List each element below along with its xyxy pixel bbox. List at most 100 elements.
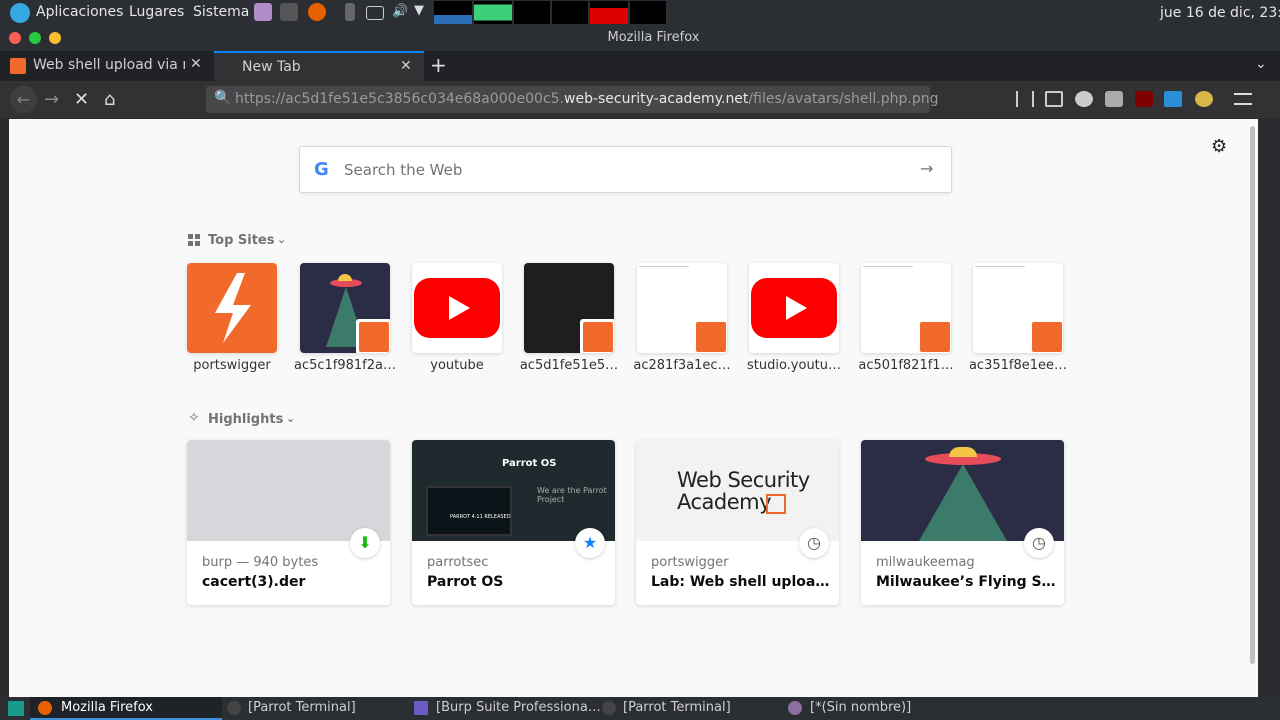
taskbar-item-firefox[interactable]: Mozilla Firefox bbox=[30, 697, 222, 720]
download-icon: ⬇ bbox=[350, 528, 380, 558]
screenshot-icon[interactable] bbox=[1105, 91, 1123, 107]
site-thumbnail bbox=[749, 263, 839, 353]
url-bar[interactable]: 🔍 https://ac5d1fe51e5c3856c034e68a000e00… bbox=[206, 86, 939, 113]
site-name: ac5c1f981f2a… bbox=[293, 358, 396, 373]
ublock-icon[interactable] bbox=[1135, 91, 1153, 107]
portswigger-favicon-icon bbox=[766, 494, 786, 514]
taskbar-item-terminal-2[interactable]: [Parrot Terminal] bbox=[623, 700, 731, 715]
bluetooth-icon[interactable] bbox=[345, 3, 355, 21]
keyboard-icon[interactable] bbox=[366, 6, 384, 20]
stop-loading-icon[interactable]: ✕ bbox=[74, 89, 89, 110]
thumb-line2: Academy bbox=[677, 490, 772, 514]
page-scrollbar[interactable] bbox=[1250, 126, 1255, 664]
site-name: ac281f3a1ec… bbox=[633, 358, 731, 373]
highlight-source: burp — 940 bytes bbox=[202, 555, 319, 570]
new-tab-plus-icon[interactable]: + bbox=[430, 53, 447, 77]
site-name: portswigger bbox=[193, 358, 271, 373]
top-sites-grid-icon bbox=[188, 234, 201, 247]
portswigger-favicon-icon bbox=[917, 319, 951, 353]
taskbar-item-terminal-1[interactable]: [Parrot Terminal] bbox=[248, 700, 356, 715]
show-desktop-icon[interactable] bbox=[8, 701, 24, 716]
portswigger-favicon-icon bbox=[1029, 319, 1063, 353]
burp-icon bbox=[414, 701, 428, 715]
menu-lugares[interactable]: Lugares bbox=[129, 4, 184, 20]
clock[interactable]: jue 16 de dic, 23:00 bbox=[1160, 5, 1280, 21]
site-thumbnail bbox=[524, 263, 614, 353]
site-thumbnail bbox=[861, 263, 951, 353]
window-title: Mozilla Firefox bbox=[607, 30, 700, 45]
highlight-title: Lab: Web shell uploa… bbox=[651, 574, 830, 590]
taskbar-label: Mozilla Firefox bbox=[61, 700, 153, 715]
clock-icon: ◷ bbox=[799, 528, 829, 558]
close-tab-icon[interactable]: ✕ bbox=[400, 58, 412, 74]
window-titlebar[interactable]: Mozilla Firefox bbox=[0, 25, 1280, 51]
site-thumbnail bbox=[637, 263, 727, 353]
mem-monitor bbox=[474, 1, 512, 24]
chevron-down-icon[interactable]: ⌄ bbox=[277, 233, 286, 246]
clock-icon: ◷ bbox=[1024, 528, 1054, 558]
back-button[interactable]: ← bbox=[10, 86, 37, 113]
parrot-logo-icon[interactable] bbox=[10, 3, 30, 23]
menu-aplicaciones[interactable]: Aplicaciones bbox=[36, 4, 123, 20]
highlight-card-milwaukee[interactable]: ◷ milwaukeemag Milwaukee’s Flying S… bbox=[861, 440, 1064, 605]
site-name: ac351f8e1ee… bbox=[968, 358, 1068, 373]
highlights-title[interactable]: Highlights bbox=[208, 412, 283, 427]
terminal-icon[interactable] bbox=[280, 3, 298, 21]
terminal-icon bbox=[602, 701, 616, 715]
tab-new-tab[interactable]: New Tab ✕ bbox=[214, 51, 424, 81]
search-placeholder: Search the Web bbox=[344, 161, 463, 179]
firefox-launcher-icon[interactable] bbox=[308, 3, 326, 21]
menu-hamburger-icon[interactable] bbox=[1234, 93, 1252, 105]
tab-label: Web shell upload via race bbox=[33, 57, 185, 73]
taskbar-item-burp[interactable]: [Burp Suite Professiona… bbox=[436, 700, 601, 715]
top-sites-title[interactable]: Top Sites bbox=[208, 233, 275, 248]
highlights-sparkle-icon: ✧ bbox=[188, 410, 200, 426]
site-name: ac501f821f1… bbox=[858, 358, 954, 373]
settings-gear-icon[interactable]: ⚙ bbox=[1211, 136, 1227, 157]
thumb-text: We are the Parrot Project bbox=[537, 486, 607, 504]
site-thumbnail bbox=[187, 263, 277, 353]
thumb-line1: Web Security bbox=[677, 468, 810, 492]
search-submit-arrow-icon[interactable]: → bbox=[920, 159, 933, 178]
highlight-source: portswigger bbox=[651, 555, 729, 570]
site-name: youtube bbox=[430, 358, 484, 373]
portswigger-favicon-icon bbox=[356, 319, 390, 353]
highlight-thumbnail bbox=[861, 440, 1064, 541]
chevron-down-icon[interactable]: ⌄ bbox=[286, 412, 295, 425]
highlight-thumbnail: Parrot OS We are the Parrot Project PARR… bbox=[412, 440, 615, 541]
search-input[interactable]: G Search the Web → bbox=[299, 146, 952, 193]
highlight-title: Milwaukee’s Flying S… bbox=[876, 574, 1056, 590]
extension-s-icon[interactable] bbox=[1164, 91, 1182, 107]
highlight-card-parrot-os[interactable]: Parrot OS We are the Parrot Project PARR… bbox=[412, 440, 615, 605]
firefox-icon bbox=[38, 701, 52, 715]
extension-burp-icon[interactable] bbox=[1195, 91, 1213, 107]
home-icon[interactable]: ⌂ bbox=[104, 89, 115, 110]
sidebar-icon[interactable] bbox=[1045, 91, 1063, 107]
volume-icon[interactable]: 🔊 bbox=[392, 4, 408, 19]
site-thumbnail bbox=[412, 263, 502, 353]
highlight-title: Parrot OS bbox=[427, 574, 504, 590]
site-thumbnail bbox=[973, 263, 1063, 353]
close-tab-icon[interactable]: ✕ bbox=[190, 56, 202, 72]
google-icon: G bbox=[314, 159, 329, 180]
highlight-card-cacert[interactable]: ⬇ burp — 940 bytes cacert(3).der bbox=[187, 440, 390, 605]
highlight-thumbnail: Web Security Academy bbox=[636, 440, 839, 541]
search-icon: 🔍 bbox=[214, 90, 232, 106]
library-icon[interactable] bbox=[1016, 91, 1034, 107]
taskbar-item-editor[interactable]: [*(Sin nombre)] bbox=[810, 700, 911, 715]
tab-web-shell-upload[interactable]: Web shell upload via race ✕ bbox=[0, 51, 212, 81]
tab-list-chevron-icon[interactable]: ⌄ bbox=[1255, 56, 1267, 72]
text-editor-icon[interactable] bbox=[254, 3, 272, 21]
tab-strip: Web shell upload via race ✕ New Tab ✕ + … bbox=[0, 51, 1280, 81]
star-icon: ★ bbox=[575, 528, 605, 558]
disk-monitor bbox=[630, 1, 666, 24]
highlight-card-lab-web-shell[interactable]: Web Security Academy ◷ portswigger Lab: … bbox=[636, 440, 839, 605]
forward-icon[interactable]: → bbox=[44, 89, 59, 110]
menu-sistema[interactable]: Sistema bbox=[193, 4, 249, 20]
url-text[interactable]: https://ac5d1fe51e5c3856c034e68a000e00c5… bbox=[235, 91, 939, 107]
highlight-thumbnail bbox=[187, 440, 390, 541]
site-thumbnail bbox=[300, 263, 390, 353]
wifi-icon[interactable]: ▼ bbox=[414, 3, 424, 18]
highlight-title: cacert(3).der bbox=[202, 574, 306, 590]
privacy-icon[interactable] bbox=[1075, 91, 1093, 107]
